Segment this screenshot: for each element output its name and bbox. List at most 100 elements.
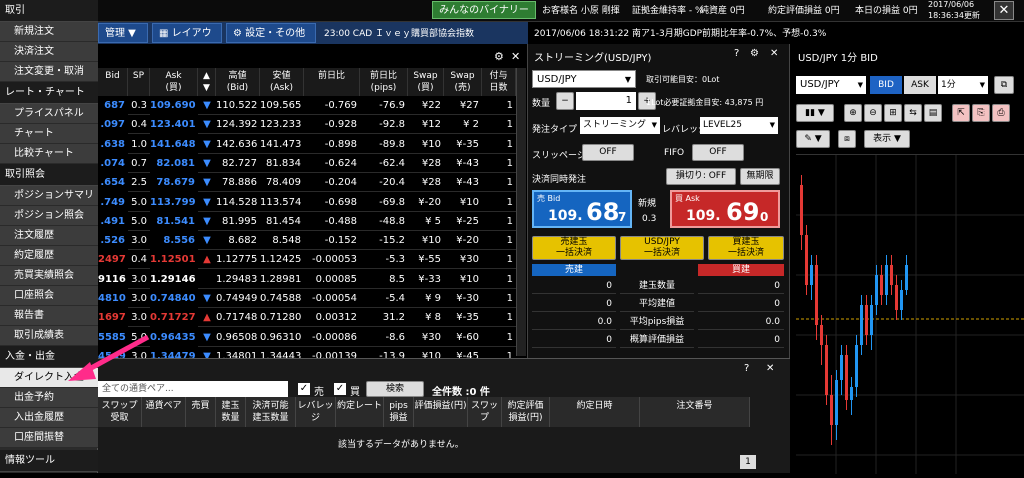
zoom-in-icon[interactable]: ⊕ [844, 104, 862, 122]
search-button[interactable]: 検索 [366, 381, 424, 397]
menu-item[interactable]: 新規注文 [0, 22, 98, 42]
pair-all-settle-button[interactable]: USD/JPY 一括決済 [620, 236, 704, 260]
export-icon[interactable]: ⇱ [952, 104, 970, 122]
rate-row[interactable]: 2497 0.4 1.12501 ▲ 1.12775 1.12425 -0.00053 -5.… [98, 250, 516, 270]
sell-all-settle-button[interactable]: 売建玉 一括決済 [532, 236, 616, 260]
chart-link-icon[interactable]: ⧉ [994, 76, 1014, 94]
settings-menu-button[interactable]: ⚙ 設定・その他 ▼ [226, 23, 316, 59]
rate-column-header[interactable]: Bid [98, 68, 128, 96]
rate-panel-gear-icon[interactable]: ⚙ [494, 50, 504, 63]
rate-row[interactable]: .097 0.4 123.401 ▼ 124.392 123.233 -0.928 -92.8… [98, 115, 516, 135]
buy-checkbox[interactable]: ✓ [334, 383, 346, 395]
print-icon[interactable]: ⎙ [992, 104, 1010, 122]
bid-sell-button[interactable]: 売 Bid 109. 68 7 [532, 190, 632, 228]
chart-bid-button[interactable]: BID [870, 76, 902, 94]
menu-item[interactable]: ポジションサマリ [0, 186, 98, 206]
rate-column-header[interactable]: 前日比 [304, 68, 360, 96]
rate-row[interactable]: .749 5.0 113.799 ▼ 114.528 113.574 -0.698 -69.8… [98, 192, 516, 212]
chart-type-icon[interactable]: ▮▮ ▼ [796, 104, 834, 122]
position-column-header[interactable]: 注文番号 [640, 397, 750, 427]
position-column-header[interactable]: 建玉 数量 [216, 397, 246, 427]
close-icon[interactable]: ✕ [994, 1, 1014, 20]
menu-item[interactable]: 出金予約 [0, 388, 98, 408]
zoom-out-icon[interactable]: ⊖ [864, 104, 882, 122]
rate-row[interactable]: 5585 5.0 0.96435 ▼ 0.96508 0.96310 -0.00086 -8.… [98, 327, 516, 347]
stoploss-button[interactable]: 損切り: OFF [666, 168, 736, 185]
stream-gear-icon[interactable]: ⚙ [750, 48, 759, 59]
menu-item[interactable]: 入出金履歴 [0, 408, 98, 428]
buy-all-settle-button[interactable]: 買建玉 一括決済 [708, 236, 784, 260]
position-column-header[interactable]: pips 損益 [384, 397, 414, 427]
rate-row[interactable]: 1697 3.0 0.71727 ▲ 0.71748 0.71280 0.00312 31.2… [98, 308, 516, 328]
rate-row[interactable]: .526 3.0 8.556 ▼ 8.682 8.548 -0.152 -15.2 ¥10 ¥-2… [98, 231, 516, 251]
rate-row[interactable]: 687 0.3 109.690 ▼ 110.522 109.565 -0.769 -76.9 ¥… [98, 96, 516, 115]
chart-interval-select[interactable]: 1分 ▼ [938, 76, 988, 94]
rate-column-header[interactable]: Ask (買) [150, 68, 198, 96]
rate-row[interactable]: .491 5.0 81.541 ▼ 81.995 81.454 -0.488 -48.8 ¥ 5… [98, 211, 516, 231]
menu-item[interactable]: 約定履歴 [0, 246, 98, 266]
position-column-header[interactable]: 決済可能 建玉数量 [246, 397, 296, 427]
menu-item[interactable]: 口座照会 [0, 286, 98, 306]
rate-column-header[interactable]: Swap (買) [408, 68, 444, 96]
menu-item[interactable]: 決済注文 [0, 42, 98, 62]
rate-column-header[interactable]: 付与 日数 [482, 68, 516, 96]
manage-menu-button[interactable]: 管理 ▼ [98, 23, 148, 43]
order-type-select[interactable]: ストリーミング ▼ [580, 117, 660, 134]
position-column-header[interactable]: レバレッジ [296, 397, 336, 427]
qty-minus-button[interactable]: − [556, 92, 574, 110]
qty-input[interactable]: 1 [576, 92, 636, 110]
unlimited-button[interactable]: 無期限 [740, 168, 780, 185]
slippage-toggle[interactable]: OFF [582, 144, 634, 161]
lower-help-icon[interactable]: ? [744, 363, 749, 374]
rate-row[interactable]: 9116 3.0 1.29146 1.29483 1.28981 0.00085 8.5 ¥-… [98, 269, 516, 289]
chart-canvas[interactable] [796, 154, 1024, 474]
rate-column-header[interactable]: 安値 (Ask) [260, 68, 304, 96]
display-menu-button[interactable]: 表示 ▼ [864, 130, 910, 148]
position-column-header[interactable]: 通貨ペア [142, 397, 186, 427]
page-number[interactable]: 1 [740, 455, 756, 469]
position-column-header[interactable]: 約定評価 損益(円) [502, 397, 550, 427]
fifo-toggle[interactable]: OFF [692, 144, 744, 161]
rate-panel-close-icon[interactable]: ✕ [511, 50, 520, 63]
position-column-header[interactable]: 売買 [186, 397, 216, 427]
menu-item[interactable]: 報告書 [0, 306, 98, 326]
menu-item[interactable]: プライスパネル [0, 104, 98, 124]
menu-item[interactable]: 売買実績照会 [0, 266, 98, 286]
position-column-header[interactable]: スワップ [468, 397, 502, 427]
lower-close-icon[interactable]: ✕ [766, 363, 774, 374]
leverage-select[interactable]: LEVEL25 ▼ [700, 117, 778, 134]
position-column-header[interactable]: 評価損益(円) [414, 397, 468, 427]
draw-icon[interactable]: ✎ ▼ [796, 130, 830, 148]
fit-icon[interactable]: ⊞ [884, 104, 902, 122]
rate-row[interactable]: .654 2.5 78.679 ▼ 78.886 78.409 -0.204 -20.4 ¥28… [98, 173, 516, 193]
menu-item[interactable]: ポジション照会 [0, 206, 98, 226]
menu-item[interactable]: 注文変更・取消 [0, 62, 98, 82]
chart-ask-button[interactable]: ASK [904, 76, 936, 94]
sell-checkbox[interactable]: ✓ [298, 383, 310, 395]
layout-menu-button[interactable]: ▦ レイアウト ▼ [152, 23, 222, 59]
chart-pair-select[interactable]: USD/JPY ▼ [796, 76, 866, 94]
rate-row[interactable]: .074 0.7 82.081 ▼ 82.727 81.834 -0.624 -62.4 ¥28… [98, 153, 516, 173]
layer-icon[interactable]: ⧈ [838, 130, 856, 148]
binary-button[interactable]: みんなのバイナリー [432, 1, 536, 19]
copy-icon[interactable]: ⎘ [972, 104, 990, 122]
rate-scrollbar[interactable] [516, 68, 526, 356]
position-column-header[interactable]: 約定日時 [550, 397, 640, 427]
position-column-header[interactable]: スワップ 受取 [98, 397, 142, 427]
grid-icon[interactable]: ▤ [924, 104, 942, 122]
pair-select[interactable]: USD/JPY ▼ [532, 70, 636, 88]
rate-column-header[interactable]: ▲ ▼ [198, 68, 216, 96]
rate-column-header[interactable]: 前日比 (pips) [360, 68, 408, 96]
rate-row[interactable]: .638 1.0 141.648 ▼ 142.636 141.473 -0.898 -89.8… [98, 134, 516, 154]
help-icon[interactable]: ? [734, 48, 739, 59]
scroll-icon[interactable]: ⇆ [904, 104, 922, 122]
rate-column-header[interactable]: SP [128, 68, 150, 96]
stream-close-icon[interactable]: ✕ [770, 48, 778, 59]
menu-item[interactable]: 比較チャート [0, 144, 98, 164]
menu-item[interactable]: 注文履歴 [0, 226, 98, 246]
menu-item[interactable]: チャート [0, 124, 98, 144]
rate-column-header[interactable]: Swap (売) [444, 68, 482, 96]
ask-buy-button[interactable]: 買 Ask 109. 69 0 [670, 190, 780, 228]
position-column-header[interactable]: 約定レート [336, 397, 384, 427]
rate-column-header[interactable]: 高値 (Bid) [216, 68, 260, 96]
